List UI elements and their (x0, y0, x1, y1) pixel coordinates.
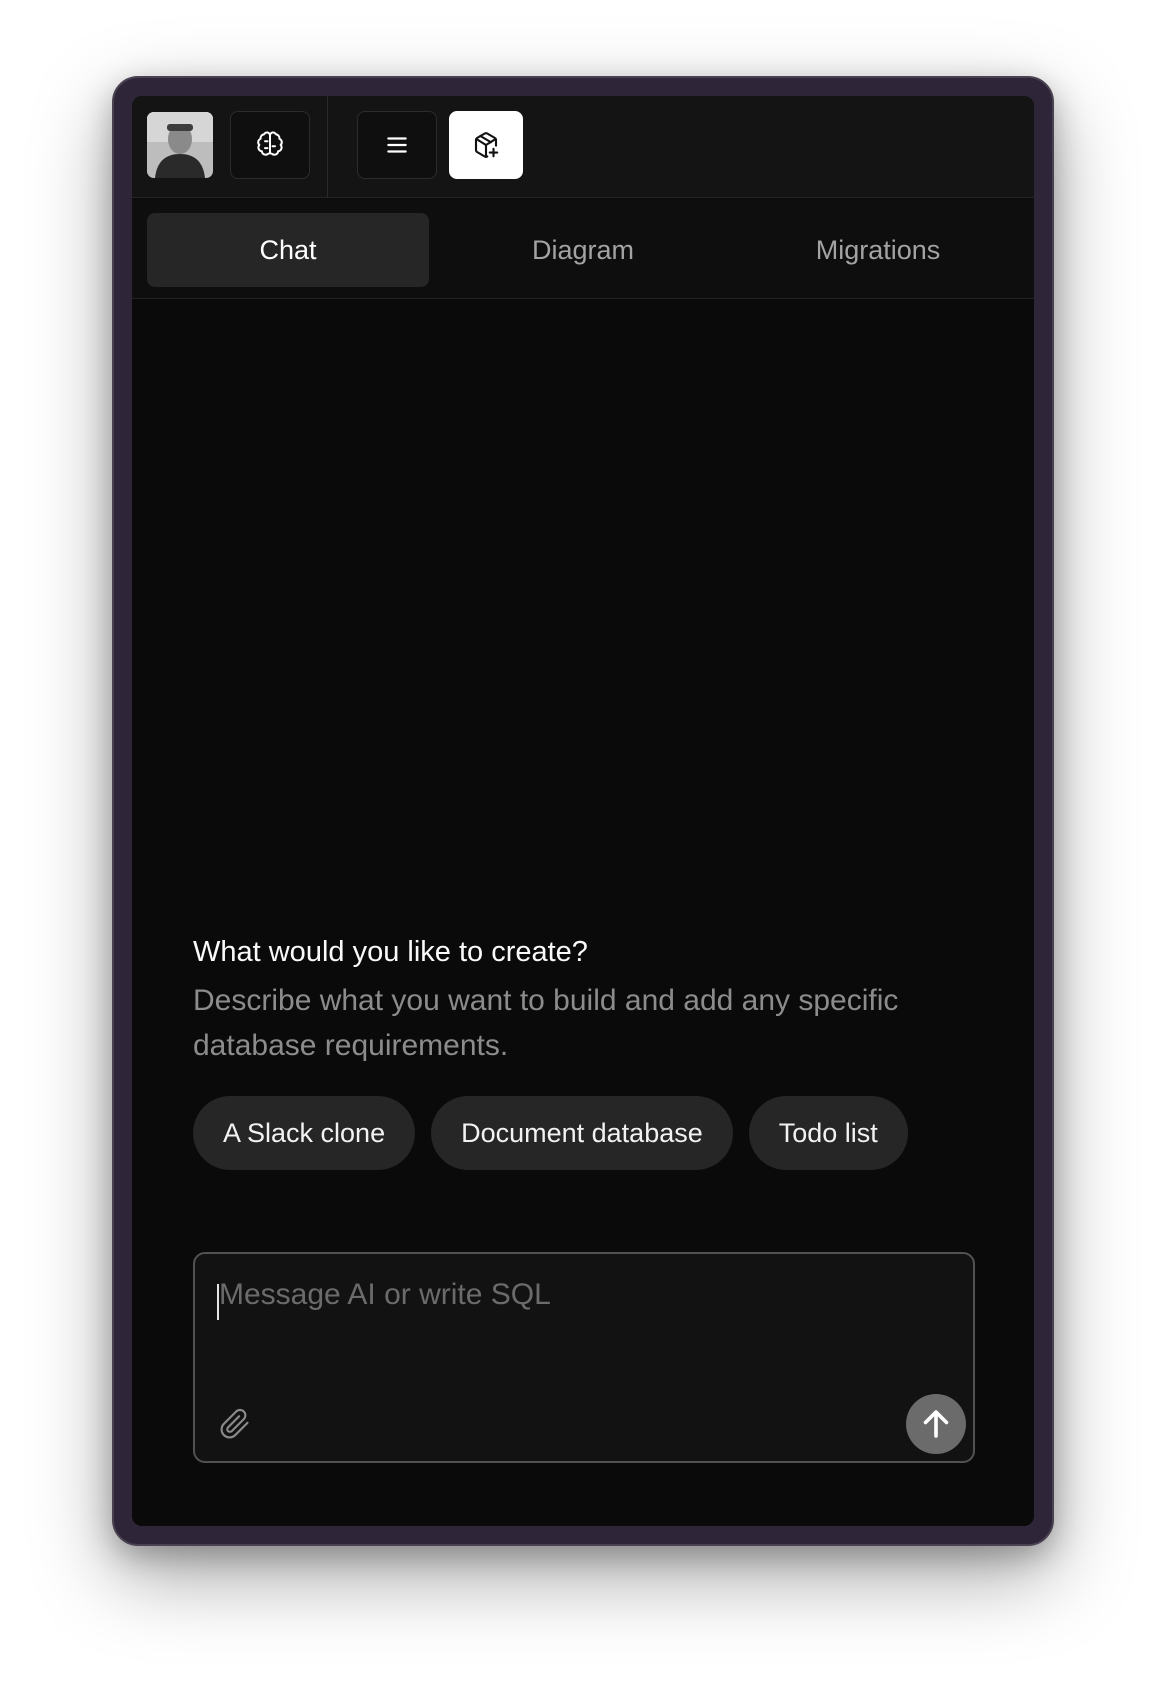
arrow-up-icon (923, 1410, 949, 1438)
message-composer (193, 1252, 975, 1463)
brain-button[interactable] (230, 111, 310, 179)
prompt-title: What would you like to create? (193, 936, 588, 968)
avatar-photo (147, 112, 213, 178)
prompt-description: Describe what you want to build and add … (193, 984, 899, 1062)
new-package-icon (474, 132, 499, 158)
new-package-button[interactable] (449, 111, 523, 179)
send-button[interactable] (906, 1394, 966, 1454)
suggestion-chips: A Slack clone Document database Todo lis… (193, 1096, 908, 1170)
menu-button[interactable] (357, 111, 437, 179)
suggestion-chip-document-database[interactable]: Document database (431, 1096, 733, 1170)
app-window: Chat Diagram Migrations What would you l… (112, 76, 1054, 1546)
menu-icon (387, 137, 407, 153)
tab-diagram[interactable]: Diagram (442, 213, 724, 287)
toolbar (132, 96, 1034, 198)
avatar[interactable] (147, 112, 213, 178)
attach-button[interactable] (215, 1404, 255, 1444)
text-caret (217, 1284, 219, 1320)
message-input[interactable] (217, 1276, 947, 1386)
brain-icon (257, 131, 283, 156)
tab-bar: Chat Diagram Migrations (132, 199, 1034, 299)
paperclip-icon (220, 1408, 249, 1439)
tab-migrations[interactable]: Migrations (737, 213, 1019, 287)
toolbar-divider (327, 96, 328, 198)
tab-chat[interactable]: Chat (147, 213, 429, 287)
suggestion-chip-slack-clone[interactable]: A Slack clone (193, 1096, 416, 1170)
suggestion-chip-todo-list[interactable]: Todo list (748, 1096, 908, 1170)
app-panel: Chat Diagram Migrations What would you l… (132, 96, 1034, 1526)
